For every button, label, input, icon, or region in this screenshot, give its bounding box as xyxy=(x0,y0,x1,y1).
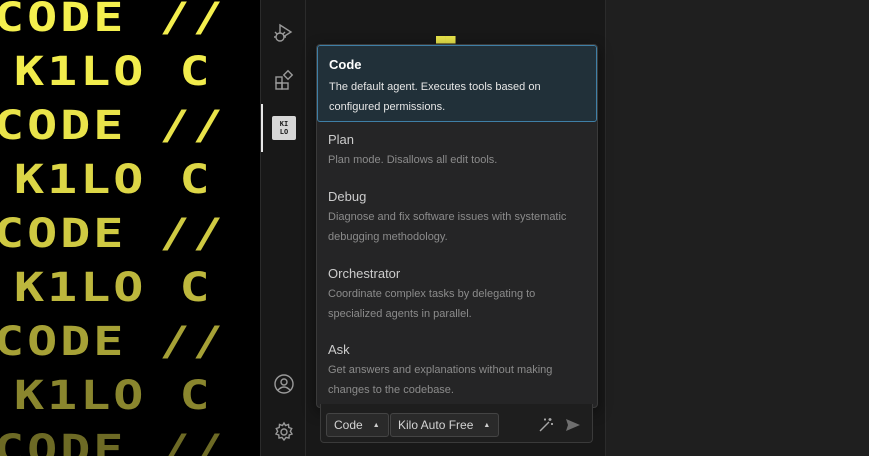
agent-option-ask[interactable]: Ask Get answers and explanations without… xyxy=(317,342,597,400)
agent-option-title: Plan xyxy=(328,132,355,147)
agent-mode-selector[interactable]: Code ▲ xyxy=(326,413,389,437)
agent-option-orchestrator[interactable]: Orchestrator Coordinate complex tasks by… xyxy=(317,266,597,324)
activity-bar: KI LO xyxy=(260,0,306,456)
poster-line: K1LO C xyxy=(14,264,213,311)
agent-option-plan[interactable]: Plan Plan mode. Disallows all edit tools… xyxy=(317,132,597,171)
agent-mode-label: Code xyxy=(334,418,363,432)
poster-line: CODE // C xyxy=(0,102,260,149)
run-debug-icon[interactable] xyxy=(270,19,298,47)
settings-icon[interactable] xyxy=(270,418,298,446)
poster-line: CODE // C xyxy=(0,0,260,41)
agent-option-title: Debug xyxy=(328,189,367,204)
send-icon[interactable] xyxy=(564,416,582,434)
agent-option-code[interactable]: Code The default agent. Executes tools b… xyxy=(317,45,597,122)
agent-mode-dropdown: Code The default agent. Executes tools b… xyxy=(316,44,598,408)
agent-option-description: Get answers and explanations without mak… xyxy=(328,364,553,396)
kilo-badge-text: KI LO xyxy=(279,120,289,136)
agent-option-title: Code xyxy=(329,57,362,72)
model-label: Kilo Auto Free xyxy=(398,418,474,432)
poster-line: CODE // C xyxy=(0,210,260,257)
kilo-code-icon[interactable]: KI LO xyxy=(270,114,298,142)
poster-line: K1LO C xyxy=(14,156,213,203)
editor-area xyxy=(606,0,869,456)
extensions-icon[interactable] xyxy=(270,66,298,94)
kilo-poster-image: CODE // C K1LO C CODE // C K1LO C CODE /… xyxy=(0,0,260,456)
agent-option-description: Plan mode. Disallows all edit tools. xyxy=(328,154,498,166)
agent-option-debug[interactable]: Debug Diagnose and fix software issues w… xyxy=(317,189,597,247)
poster-line: K1LO C xyxy=(14,48,213,95)
poster-line: CODE // C xyxy=(0,426,260,456)
agent-option-description: Diagnose and fix software issues with sy… xyxy=(328,211,567,243)
enhance-prompt-icon[interactable] xyxy=(537,416,555,434)
agent-option-description: Coordinate complex tasks by delegating t… xyxy=(328,288,536,320)
account-icon[interactable] xyxy=(270,370,298,398)
active-indicator xyxy=(261,104,263,152)
caret-up-icon: ▲ xyxy=(372,421,380,429)
agent-option-title: Ask xyxy=(328,342,350,357)
model-selector[interactable]: Kilo Auto Free ▲ xyxy=(390,413,500,437)
agent-option-description: The default agent. Executes tools based … xyxy=(329,81,541,113)
agent-option-title: Orchestrator xyxy=(328,266,401,281)
poster-line: K1LO C xyxy=(14,372,213,419)
caret-up-icon: ▲ xyxy=(483,421,491,429)
poster-line: CODE // C xyxy=(0,318,260,365)
